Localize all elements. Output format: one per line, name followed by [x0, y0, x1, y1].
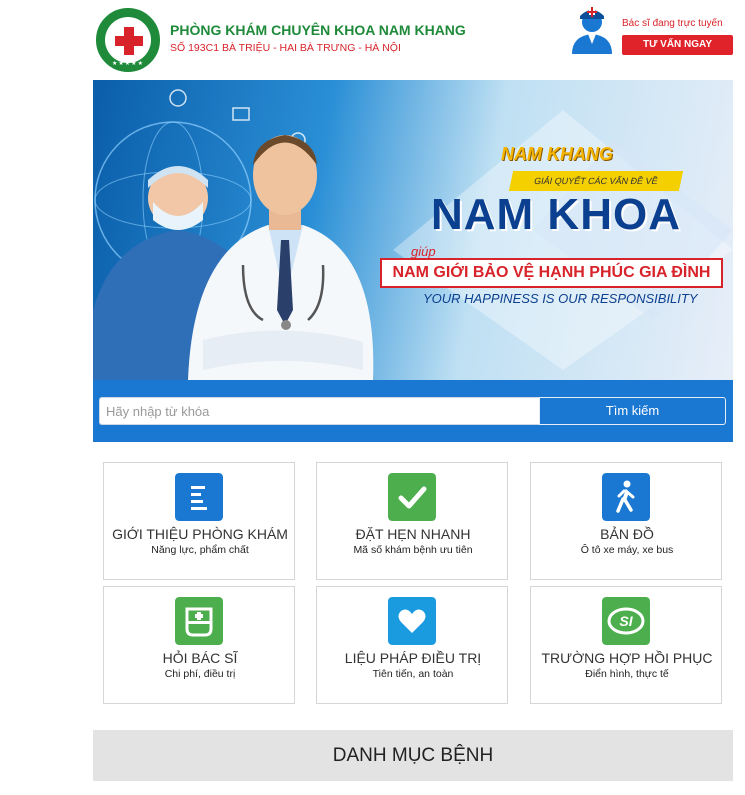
tile-clinic-intro[interactable]: GIỚI THIỆU PHÒNG KHÁM Năng lực, phẩm chấ… [103, 462, 295, 580]
tile-title: HỎI BÁC SĨ [162, 650, 238, 666]
hero-banner[interactable]: NAM KHANG GIẢI QUYẾT CÁC VẤN ĐỀ VỀ NAM K… [93, 80, 733, 380]
search-button[interactable]: Tìm kiếm [539, 397, 726, 425]
walking-person-icon [602, 473, 650, 521]
medical-kit-icon [175, 597, 223, 645]
banner-subtitle: GIẢI QUYẾT CÁC VẤN ĐỀ VỀ [508, 171, 684, 191]
tile-ask-doctor[interactable]: HỎI BÁC SĨ Chi phí, điều trị [103, 586, 295, 704]
check-icon [388, 473, 436, 521]
consult-now-button[interactable]: TƯ VẤN NGAY [622, 35, 733, 55]
banner-brand: NAM KHANG [501, 144, 613, 164]
clinic-address: SỐ 193C1 BÀ TRIỆU - HAI BÀ TRƯNG - HÀ NỘ… [170, 42, 401, 54]
tile-treatment[interactable]: LIỆU PHÁP ĐIỀU TRỊ Tiên tiến, an toàn [316, 586, 508, 704]
online-status-text: Bác sĩ đang trực tuyến [622, 18, 723, 29]
heart-icon [388, 597, 436, 645]
tile-recovery-cases[interactable]: SI TRƯỜNG HỢP HỒI PHỤC Điển hình, thực t… [530, 586, 722, 704]
list-icon [175, 473, 223, 521]
tile-desc: Chi phí, điều trị [164, 668, 236, 680]
tile-title: LIỆU PHÁP ĐIỀU TRỊ [344, 650, 482, 666]
search-bar: Tìm kiếm [93, 380, 733, 442]
disease-category-header[interactable]: DANH MỤC BỆNH [93, 730, 733, 781]
si-logo-icon: SI [602, 597, 650, 645]
doctor-avatar-icon [572, 7, 612, 54]
banner-headline: NAM KHOA [431, 190, 681, 239]
site-header: ★★★★★ PHÒNG KHÁM CHUYÊN KHOA NAM KHANG S… [93, 0, 733, 80]
banner-english-tagline: YOUR HAPPINESS IS OUR RESPONSIBILITY [423, 291, 698, 306]
tile-desc: Mã số khám bệnh ưu tiên [353, 544, 473, 556]
tile-map[interactable]: BẢN ĐỒ Ô tô xe máy, xe bus [530, 462, 722, 580]
tile-desc: Tiên tiến, an toàn [372, 668, 454, 680]
tile-desc: Năng lực, phẩm chất [151, 544, 249, 556]
tile-desc: Ô tô xe máy, xe bus [580, 544, 674, 556]
clinic-logo[interactable]: ★★★★★ [96, 8, 160, 72]
clinic-name: PHÒNG KHÁM CHUYÊN KHOA NAM KHANG [170, 22, 466, 38]
svg-text:SI: SI [619, 613, 633, 629]
banner-giup: giúp [411, 244, 436, 259]
banner-slogan: NAM GIỚI BẢO VỆ HẠNH PHÚC GIA ĐÌNH [380, 258, 723, 288]
tile-title: ĐẶT HẸN NHANH [355, 526, 471, 542]
search-input[interactable] [99, 397, 539, 425]
tile-title: GIỚI THIỆU PHÒNG KHÁM [112, 526, 288, 542]
tile-title: BẢN ĐỒ [600, 526, 654, 542]
tile-quick-booking[interactable]: ĐẶT HẸN NHANH Mã số khám bệnh ưu tiên [316, 462, 508, 580]
tile-title: TRƯỜNG HỢP HỒI PHỤC [541, 650, 713, 666]
tile-desc: Điển hình, thực tế [585, 668, 669, 680]
